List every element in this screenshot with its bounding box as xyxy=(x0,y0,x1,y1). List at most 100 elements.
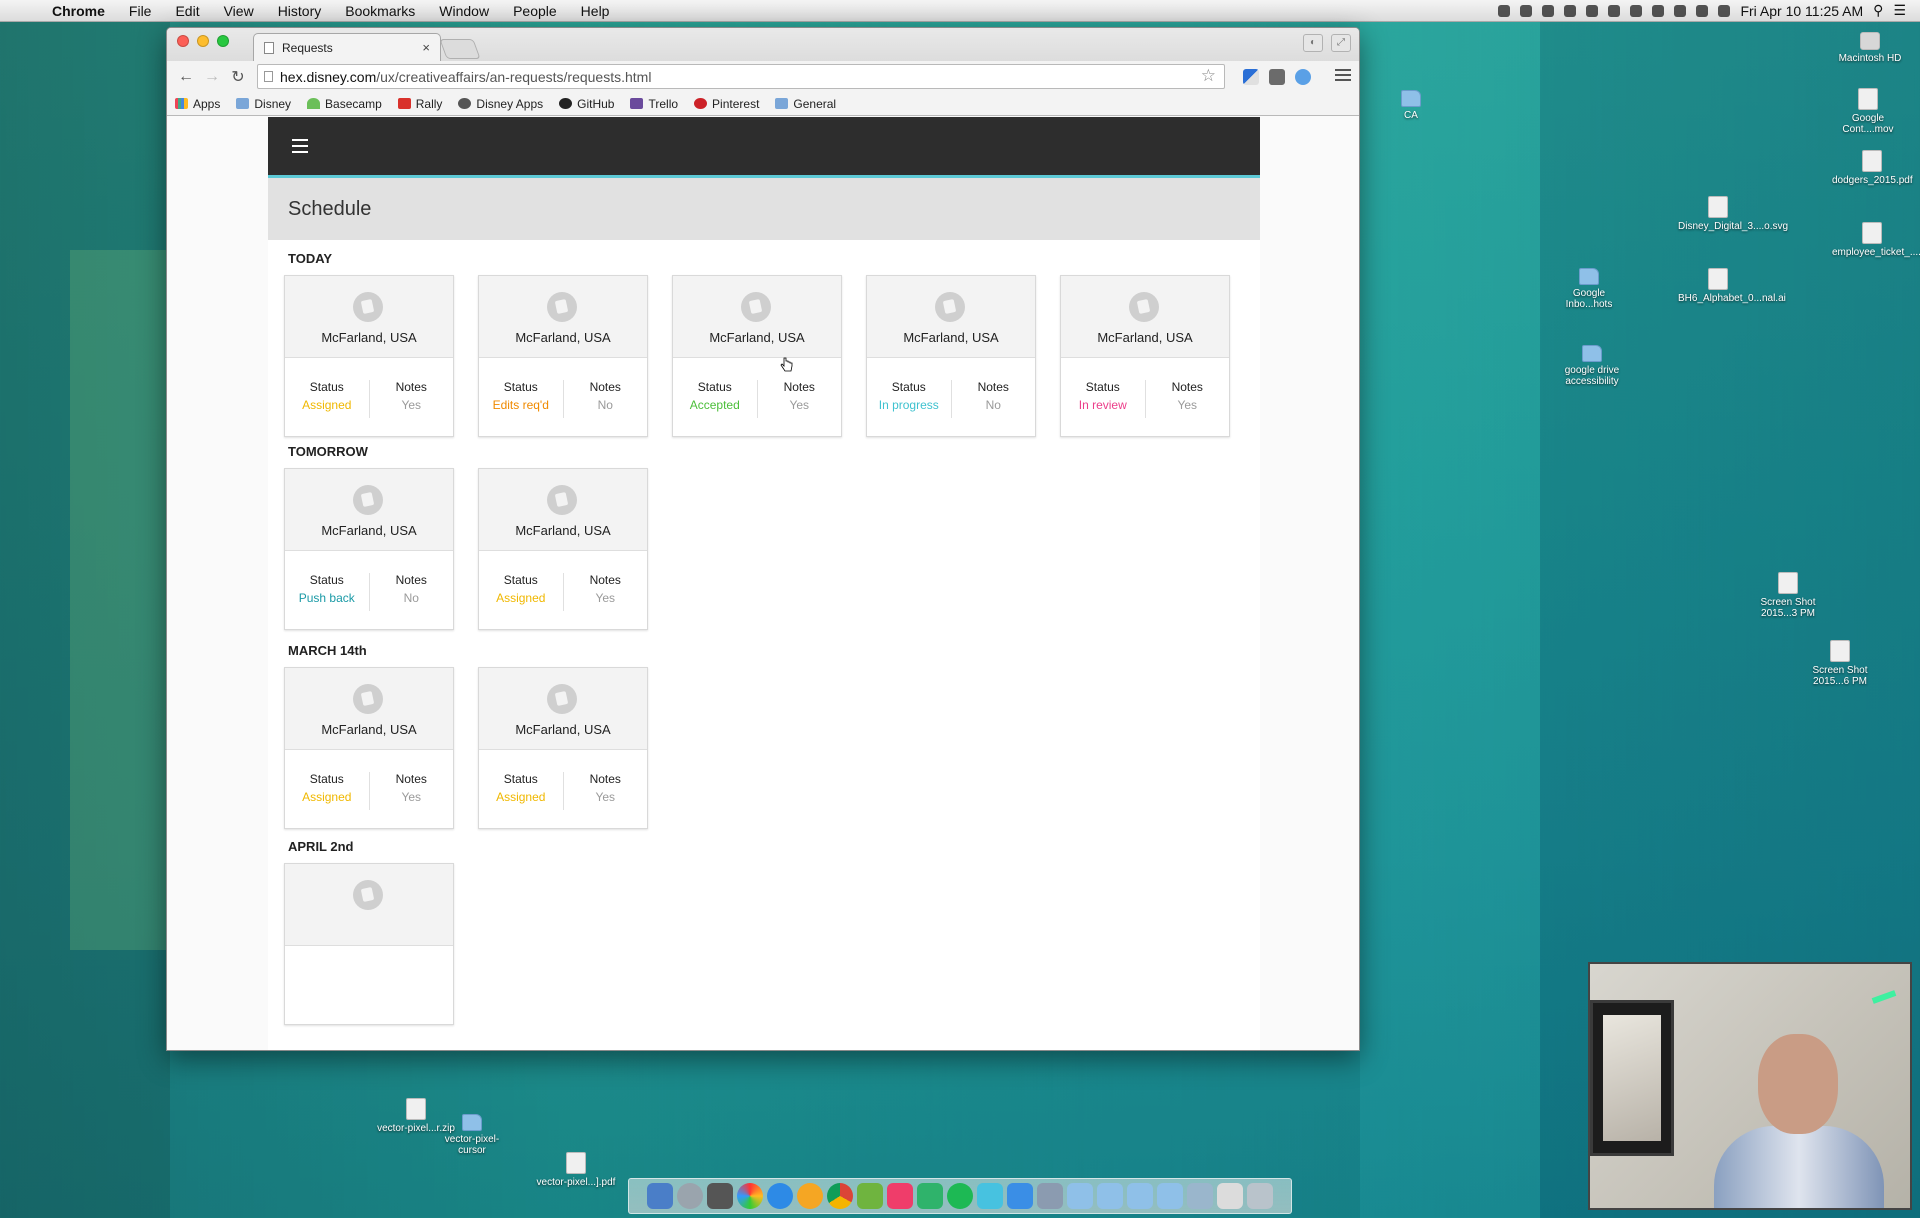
request-card[interactable]: McFarland, USA Status Push back Notes No xyxy=(284,468,454,630)
evernote-icon[interactable] xyxy=(857,1183,883,1209)
status-icon[interactable] xyxy=(1498,4,1511,17)
bookmark-trello[interactable]: Trello xyxy=(630,97,678,111)
folder-icon[interactable] xyxy=(1157,1183,1183,1209)
request-card[interactable]: McFarland, USA Status Assigned Notes Yes xyxy=(284,667,454,829)
desktop-icon-bh6[interactable]: BH6_Alphabet_0...nal.ai xyxy=(1678,268,1786,304)
folder-icon[interactable] xyxy=(1127,1183,1153,1209)
desktop-icon-screenshot-2[interactable]: Screen Shot 2015...6 PM xyxy=(1800,640,1880,687)
menu-history[interactable]: History xyxy=(266,3,334,19)
address-bar[interactable]: hex.disney.com /ux/creativeaffairs/an-re… xyxy=(257,64,1225,89)
reload-button[interactable]: ↻ xyxy=(225,67,251,87)
bookmark-rally[interactable]: Rally xyxy=(397,97,442,111)
desktop-icon-macintosh-hd[interactable]: Macintosh HD xyxy=(1830,32,1910,64)
bookmark-pinterest[interactable]: Pinterest xyxy=(694,97,759,111)
profile-icon[interactable]: ◐ xyxy=(1303,34,1323,52)
zoom-window-button[interactable] xyxy=(217,35,229,47)
chrome-menu-icon[interactable] xyxy=(1335,69,1351,84)
volume-icon[interactable] xyxy=(1696,4,1709,17)
desktop-icon-disney-digital[interactable]: Disney_Digital_3....o.svg xyxy=(1678,196,1788,232)
desktop-icon-ca[interactable]: CA xyxy=(1371,90,1451,121)
status-icon[interactable] xyxy=(1520,4,1533,17)
app-icon[interactable] xyxy=(1007,1183,1033,1209)
status-icon[interactable] xyxy=(1586,4,1599,17)
minimize-window-button[interactable] xyxy=(197,35,209,47)
app-icon[interactable] xyxy=(887,1183,913,1209)
extension-icon[interactable] xyxy=(1243,69,1259,85)
folder-icon[interactable] xyxy=(1187,1183,1213,1209)
desktop-icon-vector-pdf[interactable]: vector-pixel...].pdf xyxy=(536,1152,616,1188)
desktop-icon-google-cont[interactable]: Google Cont....mov xyxy=(1828,88,1908,135)
menu-file[interactable]: File xyxy=(117,3,164,19)
request-card[interactable]: McFarland, USA Status Assigned Notes Yes xyxy=(478,667,648,829)
request-card[interactable]: McFarland, USA Status Edits req'd Notes No xyxy=(478,275,648,437)
notes-value: No xyxy=(597,398,613,412)
menu-window[interactable]: Window xyxy=(427,3,501,19)
request-card[interactable]: McFarland, USA Status In progress Notes No xyxy=(866,275,1036,437)
trash-icon[interactable] xyxy=(1247,1183,1273,1209)
page-info-icon[interactable] xyxy=(264,71,273,82)
request-card[interactable]: McFarland, USA Status In review Notes Yes xyxy=(1060,275,1230,437)
wifi-icon[interactable] xyxy=(1674,4,1687,17)
bookmark-star-icon[interactable]: ☆ xyxy=(1201,66,1216,86)
forward-button[interactable]: → xyxy=(199,68,225,86)
status-icon[interactable] xyxy=(1564,4,1577,17)
photos-icon[interactable] xyxy=(737,1183,763,1209)
spotlight-icon[interactable]: ⚲ xyxy=(1873,2,1883,19)
status-icon[interactable] xyxy=(1630,4,1643,17)
spotify-icon[interactable] xyxy=(947,1183,973,1209)
menu-edit[interactable]: Edit xyxy=(163,3,211,19)
app-icon[interactable] xyxy=(1037,1183,1063,1209)
finder-icon[interactable] xyxy=(647,1183,673,1209)
chrome-icon[interactable] xyxy=(827,1183,853,1209)
browser-tab[interactable]: Requests × xyxy=(253,33,441,61)
app-store-icon[interactable] xyxy=(767,1183,793,1209)
menu-view[interactable]: View xyxy=(212,3,266,19)
app-icon[interactable] xyxy=(797,1183,823,1209)
extension-icon[interactable] xyxy=(1295,69,1311,85)
bluetooth-icon[interactable] xyxy=(1652,4,1665,17)
fullscreen-icon[interactable]: ⤢ xyxy=(1331,34,1351,52)
request-card[interactable]: McFarland, USA Status Assigned Notes Yes xyxy=(284,275,454,437)
notification-center-icon[interactable]: ☰ xyxy=(1893,2,1906,19)
launchpad-icon[interactable] xyxy=(677,1183,703,1209)
bookmark-github[interactable]: GitHub xyxy=(559,97,614,111)
close-tab-icon[interactable]: × xyxy=(422,40,430,55)
hamburger-menu-icon[interactable] xyxy=(292,139,308,157)
bookmark-disney-apps[interactable]: Disney Apps xyxy=(458,97,543,111)
desktop-icon-dodgers[interactable]: dodgers_2015.pdf xyxy=(1832,150,1913,186)
menu-app-name[interactable]: Chrome xyxy=(40,3,117,19)
card-header: McFarland, USA xyxy=(285,276,453,358)
folder-icon[interactable] xyxy=(1067,1183,1093,1209)
status-icon[interactable] xyxy=(1542,4,1555,17)
file-icon xyxy=(566,1152,586,1174)
mission-control-icon[interactable] xyxy=(707,1183,733,1209)
desktop-icon-employee-ticket[interactable]: employee_ticket_....pdf xyxy=(1832,222,1920,258)
menu-help[interactable]: Help xyxy=(569,3,622,19)
folder-icon[interactable] xyxy=(1097,1183,1123,1209)
close-window-button[interactable] xyxy=(177,35,189,47)
status-icon[interactable] xyxy=(1608,4,1621,17)
bookmark-general[interactable]: General xyxy=(775,97,836,111)
new-tab-button[interactable] xyxy=(439,39,481,59)
request-card[interactable]: McFarland, USA Status Assigned Notes Yes xyxy=(478,468,648,630)
desktop-icon-vector-cursor[interactable]: vector-pixel-cursor xyxy=(432,1114,512,1156)
status-column: Status Assigned xyxy=(479,772,563,829)
request-card-partial[interactable] xyxy=(284,863,454,1025)
menu-bookmarks[interactable]: Bookmarks xyxy=(333,3,427,19)
bookmark-apps[interactable]: Apps xyxy=(175,97,220,111)
back-button[interactable]: ← xyxy=(173,68,199,86)
desktop-icon-screenshot-1[interactable]: Screen Shot 2015...3 PM xyxy=(1748,572,1828,619)
request-card[interactable]: McFarland, USA Status Accepted Notes Yes xyxy=(672,275,842,437)
desktop-icon-google-drive[interactable]: google drive accessibility xyxy=(1552,345,1632,387)
extension-icon[interactable] xyxy=(1269,69,1285,85)
battery-icon[interactable] xyxy=(1718,4,1731,17)
desktop-icon-google-inbox[interactable]: Google Inbo...hots xyxy=(1549,268,1629,310)
app-icon[interactable] xyxy=(977,1183,1003,1209)
bookmark-basecamp[interactable]: Basecamp xyxy=(307,97,382,111)
menubar-clock[interactable]: Fri Apr 10 11:25 AM xyxy=(1740,3,1863,19)
menu-people[interactable]: People xyxy=(501,3,569,19)
bookmark-disney[interactable]: Disney xyxy=(236,97,291,111)
app-icon[interactable] xyxy=(917,1183,943,1209)
card-location: McFarland, USA xyxy=(321,523,417,538)
document-stack-icon[interactable] xyxy=(1217,1183,1243,1209)
